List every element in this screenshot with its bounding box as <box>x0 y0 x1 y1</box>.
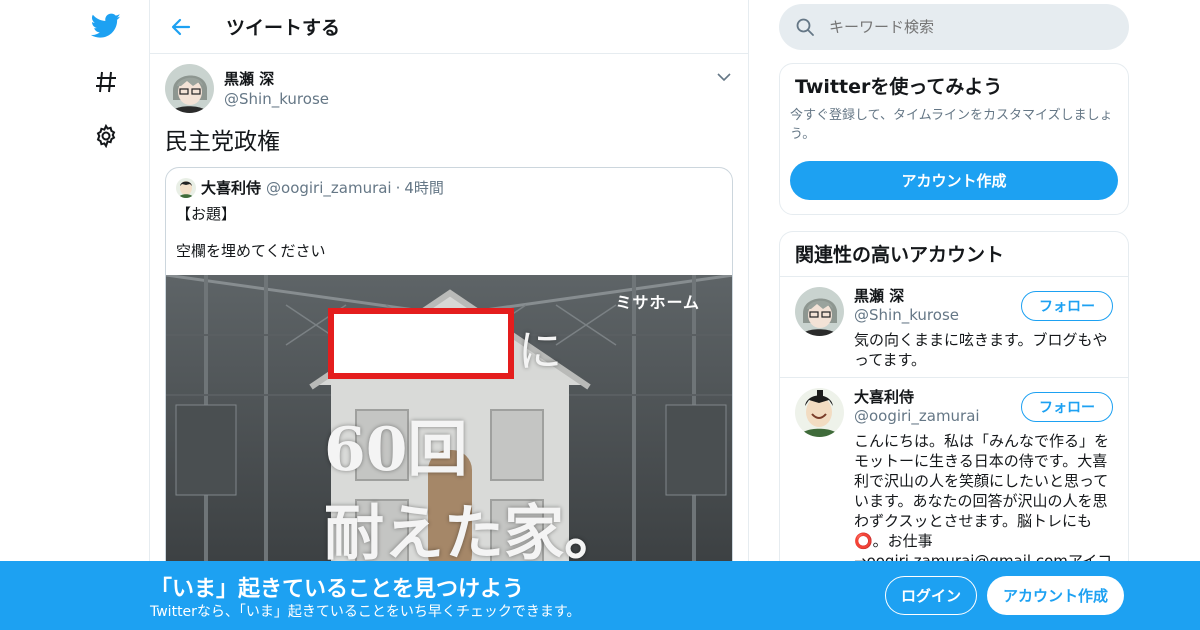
banner-subtitle: Twitterなら、「いま」起きていることをいち早くチェックできます。 <box>150 604 581 620</box>
quoted-author-name: 大喜利侍 <box>201 179 262 197</box>
author-handle[interactable]: @Shin_kurose <box>224 89 329 109</box>
gear-icon[interactable] <box>90 120 122 152</box>
media-caption-60: 60回 <box>324 415 468 485</box>
mitsui-home-logo: ミサホーム <box>615 293 700 312</box>
signup-banner: 「いま」起きていることを見つけよう Twitterなら、「いま」起きていることを… <box>0 561 1200 630</box>
quoted-avatar <box>176 177 196 198</box>
search-input[interactable] <box>829 18 1109 36</box>
quoted-tweet-header: 大喜利侍 @oogiri_zamurai · 4時間 <box>166 168 732 198</box>
create-account-button[interactable]: アカウント作成 <box>790 161 1118 200</box>
search-box[interactable] <box>779 4 1129 50</box>
banner-title: 「いま」起きていることを見つけよう <box>150 577 525 602</box>
column-divider-right <box>748 0 749 630</box>
avatar[interactable] <box>795 287 844 336</box>
follow-button[interactable]: フォロー <box>1021 291 1113 321</box>
quoted-timestamp: 4時間 <box>404 179 444 197</box>
hashtag-icon[interactable] <box>90 66 122 98</box>
media-caption-ni: に <box>518 326 562 377</box>
tweet-text: 民主党政権 <box>165 129 280 155</box>
quoted-author-handle: @oogiri_zamurai <box>266 178 392 197</box>
chevron-down-icon[interactable] <box>715 68 733 86</box>
quoted-text-line: 空欄を埋めてください <box>176 242 326 260</box>
follow-button[interactable]: フォロー <box>1021 392 1113 422</box>
tweet-author[interactable]: 黒瀬 深 @Shin_kurose <box>165 64 733 113</box>
separator-dot: · <box>395 178 401 197</box>
quoted-media-image[interactable]: ミサホーム に 60回 耐えた家。 <box>166 275 732 575</box>
back-arrow-icon[interactable] <box>166 12 196 42</box>
author-name[interactable]: 黒瀬 深 <box>224 69 329 89</box>
twitter-bird-icon[interactable] <box>90 10 122 42</box>
page-title: ツイートする <box>226 17 341 39</box>
list-item[interactable]: 黒瀬 深 @Shin_kurose 気の向くままに呟きます。ブログもやってます。… <box>780 277 1128 378</box>
account-bio: 気の向くままに呟きます。ブログもやってます。 <box>854 331 1108 369</box>
media-caption-house: 耐えた家。 <box>324 499 624 569</box>
banner-create-account-button[interactable]: アカウント作成 <box>987 576 1124 615</box>
signup-card: Twitterを使ってみよう 今すぐ登録して、タイムラインをカスタマイズしましょ… <box>779 63 1129 215</box>
related-accounts-title: 関連性の高いアカウント <box>780 232 1128 277</box>
signup-card-description: 今すぐ登録して、タイムラインをカスタマイズしましょう。 <box>790 108 1113 142</box>
left-nav <box>70 0 150 630</box>
avatar[interactable] <box>165 64 214 113</box>
main-column: ツイートする 黒瀬 深 @Shin_kurose 民主党政権 大喜利侍 @oog… <box>150 0 748 630</box>
search-icon <box>796 18 814 36</box>
tweet: 黒瀬 深 @Shin_kurose 民主党政権 大喜利侍 @oogiri_zam… <box>150 54 748 587</box>
main-header: ツイートする <box>150 0 748 54</box>
avatar[interactable] <box>795 388 844 437</box>
signup-card-title: Twitterを使ってみよう <box>795 76 1003 98</box>
quoted-tweet[interactable]: 大喜利侍 @oogiri_zamurai · 4時間 【お題】 空欄を埋めてくだ… <box>165 167 733 587</box>
quoted-text-line: 【お題】 <box>176 205 237 223</box>
login-button[interactable]: ログイン <box>885 576 977 615</box>
